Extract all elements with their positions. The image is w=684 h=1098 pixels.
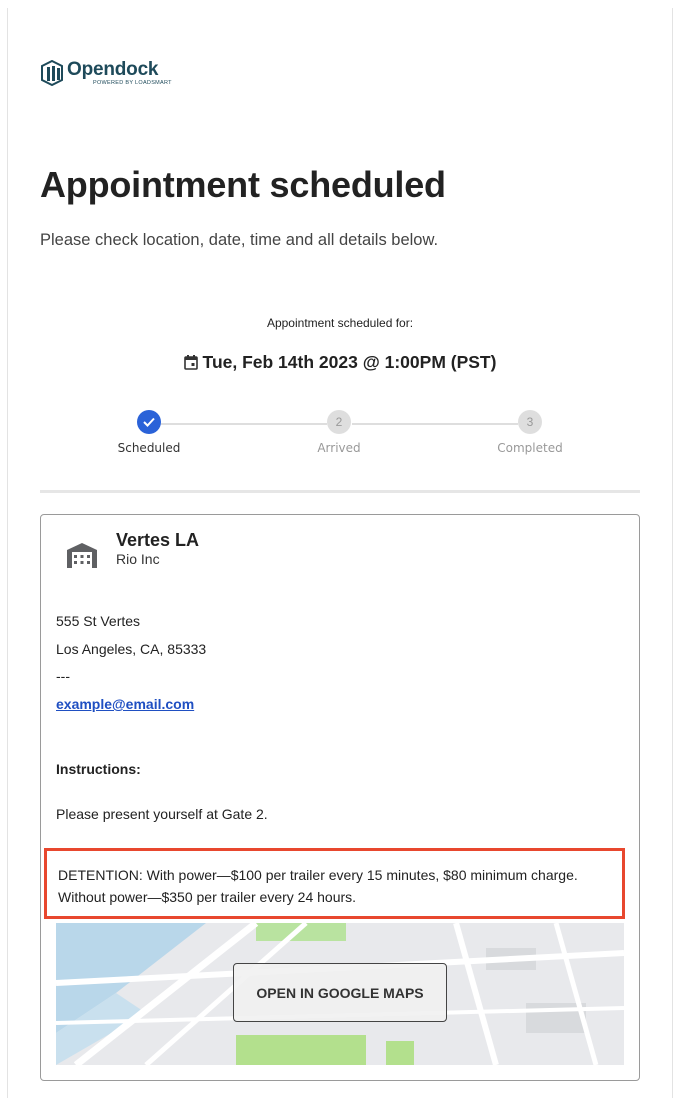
step-scheduled: Scheduled	[89, 410, 209, 455]
logo-name: Opendock	[67, 59, 159, 80]
section-divider	[40, 490, 640, 493]
page-subtitle: Please check location, date, time and al…	[40, 231, 439, 249]
logo-tagline: POWERED BY LOADSMART	[93, 80, 172, 86]
map-preview: OPEN IN GOOGLE MAPS	[56, 923, 624, 1065]
instructions-text: Please present yourself at Gate 2.	[56, 806, 268, 822]
appointment-datetime: Tue, Feb 14th 2023 @ 1:00PM (PST)	[202, 352, 497, 372]
warehouse-card: Vertes LA Rio Inc 555 St Vertes Los Ange…	[40, 514, 640, 1081]
warehouse-name: Vertes LA	[116, 530, 200, 550]
warehouse-icon	[67, 543, 97, 568]
address-line-2: Los Angeles, CA, 85333	[56, 641, 207, 657]
step-label-scheduled: Scheduled	[117, 441, 181, 455]
step-completed: 3 Completed	[470, 410, 590, 455]
appointment-datetime-row: Tue, Feb 14th 2023 @ 1:00PM (PST)	[0, 352, 680, 373]
detention-line-2: Without power—$350 per trailer every 24 …	[58, 889, 357, 905]
address-separator: ---	[56, 668, 70, 684]
step-number-arrived: 2	[327, 410, 351, 434]
appointment-label: Appointment scheduled for:	[266, 316, 414, 330]
detention-highlight: DETENTION: With power—$100 per trailer e…	[44, 848, 625, 919]
warehouse-email-link[interactable]: example@email.com	[56, 696, 194, 712]
step-number-completed: 3	[518, 410, 542, 434]
warehouse-org: Rio Inc	[116, 551, 160, 567]
address-line-1: 555 St Vertes	[56, 613, 141, 629]
calendar-icon	[183, 355, 198, 370]
instructions-heading: Instructions:	[56, 761, 141, 777]
step-label-completed: Completed	[497, 441, 563, 455]
appointment-status-stepper: Scheduled 2 Arrived 3 Completed	[40, 410, 640, 460]
step-label-arrived: Arrived	[317, 441, 361, 455]
opendock-logo: Opendock POWERED BY LOADSMART	[40, 60, 172, 86]
open-google-maps-button[interactable]: OPEN IN GOOGLE MAPS	[233, 963, 447, 1022]
step-arrived: 2 Arrived	[279, 410, 399, 455]
opendock-logo-icon	[41, 60, 63, 86]
check-icon	[137, 410, 161, 434]
detention-line-1: DETENTION: With power—$100 per trailer e…	[58, 867, 578, 883]
page-title: Appointment scheduled	[40, 164, 446, 205]
